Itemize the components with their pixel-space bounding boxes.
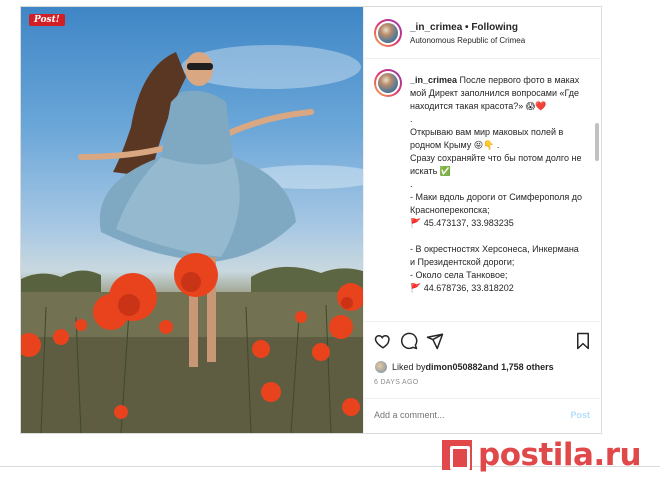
comment-input[interactable] xyxy=(374,410,544,420)
caption-avatar[interactable] xyxy=(374,69,402,97)
caption-body: После первого фото в маках мой Директ за… xyxy=(410,75,582,293)
follow-status[interactable]: • Following xyxy=(465,22,518,33)
share-icon[interactable] xyxy=(426,332,444,350)
post-date[interactable]: 6 DAYS AGO xyxy=(374,379,419,386)
author-username[interactable]: _in_crimea xyxy=(410,22,462,33)
poppy-field-illustration xyxy=(21,45,363,433)
watermark-text: postila.ru xyxy=(478,437,642,473)
postila-logo-icon xyxy=(442,440,472,470)
post-comment-button[interactable]: Post xyxy=(570,410,590,420)
instagram-post-card: Post! _in_crimea • Following Autonomous … xyxy=(20,6,602,434)
watermark: postila.ru xyxy=(442,424,658,486)
caption-scrollbar[interactable] xyxy=(595,123,599,161)
author-avatar[interactable] xyxy=(374,19,402,47)
likes-count[interactable]: and 1,758 others xyxy=(483,362,554,372)
likes-prefix: Liked by xyxy=(392,362,426,372)
heart-icon[interactable] xyxy=(374,332,392,350)
caption-text: _in_crimea После первого фото в маках мо… xyxy=(410,74,582,295)
likes-line: Liked by dimon050882 and 1,758 others xyxy=(374,360,554,374)
caption-area: _in_crimea После первого фото в маках мо… xyxy=(364,59,600,321)
bookmark-icon[interactable] xyxy=(574,332,592,350)
liker-username[interactable]: dimon050882 xyxy=(426,362,483,372)
actions-area: Liked by dimon050882 and 1,758 others 6 … xyxy=(364,321,600,433)
author-line: _in_crimea • Following xyxy=(410,22,518,33)
post-photo[interactable]: Post! xyxy=(21,7,363,433)
liker-avatar[interactable] xyxy=(374,360,388,374)
post-badge: Post! xyxy=(29,14,65,26)
caption-username[interactable]: _in_crimea xyxy=(410,75,457,85)
post-sidebar: _in_crimea • Following Autonomous Republ… xyxy=(363,7,601,433)
location-link[interactable]: Autonomous Republic of Crimea xyxy=(410,36,525,45)
post-header: _in_crimea • Following Autonomous Republ… xyxy=(364,7,601,59)
comment-icon[interactable] xyxy=(400,332,418,350)
